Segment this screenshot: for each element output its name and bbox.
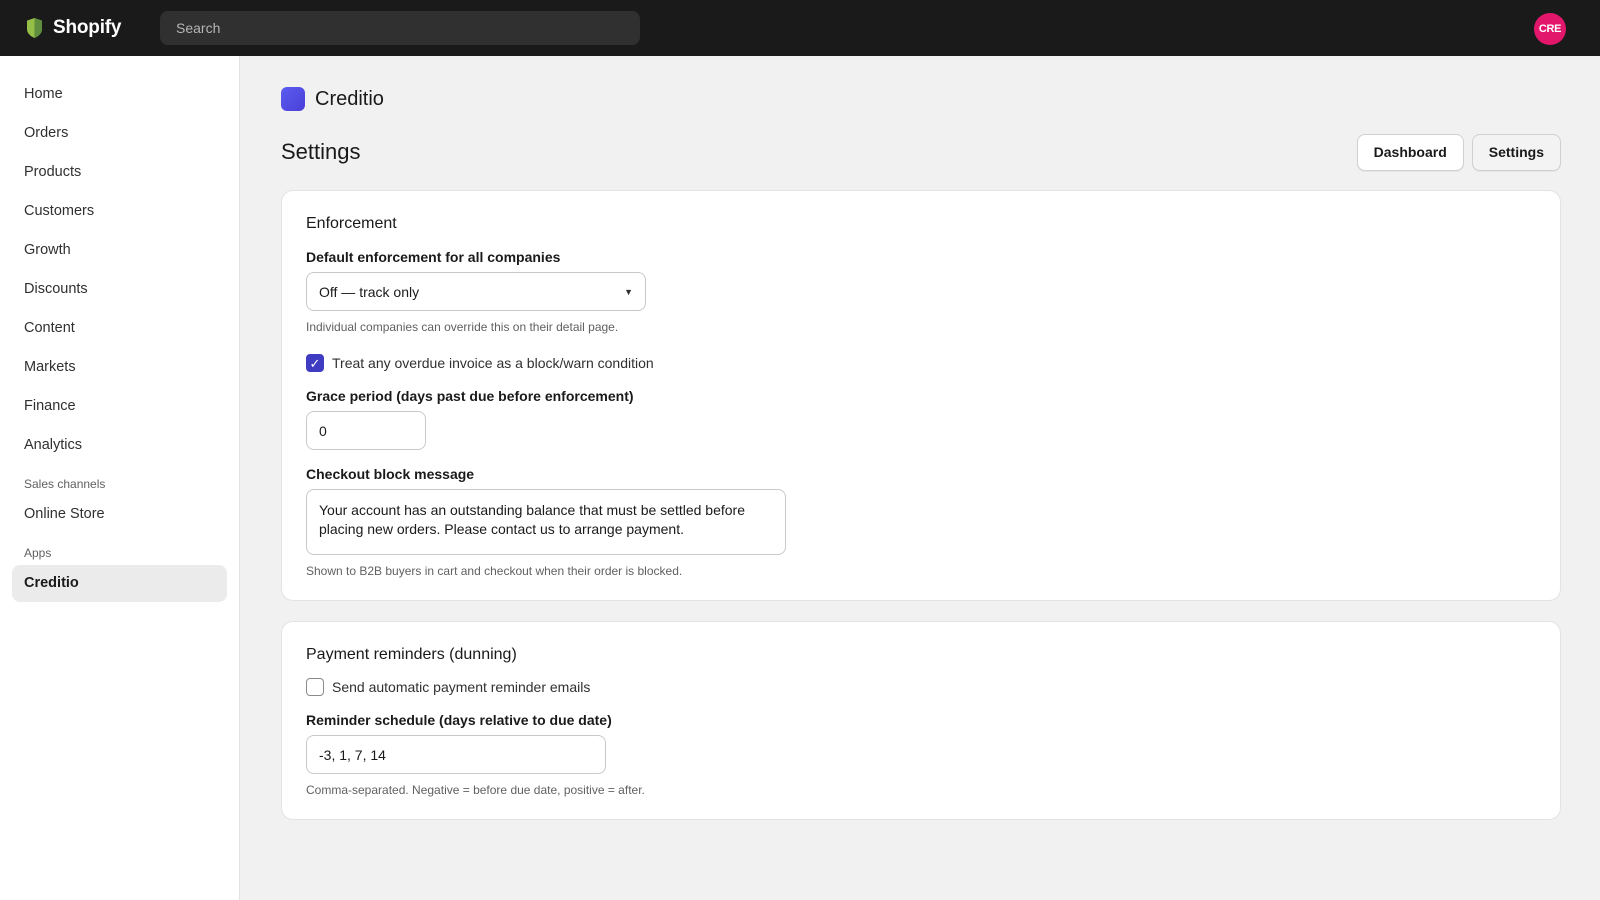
grace-period-input[interactable] [306, 411, 426, 450]
sidebar-item-products[interactable]: Products [12, 154, 227, 191]
sidebar-item-orders[interactable]: Orders [12, 115, 227, 152]
caret-down-icon: ▼ [624, 286, 633, 297]
sidebar: Home Orders Products Customers Growth Di… [0, 56, 240, 900]
sidebar-item-home[interactable]: Home [12, 76, 227, 113]
reminder-schedule-label: Reminder schedule (days relative to due … [306, 712, 612, 728]
shopify-bag-icon [27, 18, 42, 38]
dunning-title: Payment reminders (dunning) [306, 646, 517, 663]
checkout-block-message-label: Checkout block message [306, 466, 475, 482]
checkmark-icon: ✓ [309, 355, 321, 371]
dashboard-button[interactable]: Dashboard [1356, 133, 1464, 171]
default-enforcement-select[interactable]: Off — track only ▼ [306, 272, 646, 311]
reminder-schedule-input[interactable] [306, 735, 606, 774]
default-enforcement-help: Individual companies can override this o… [306, 320, 619, 334]
checkout-block-message-textarea[interactable]: Your account has an outstanding balance … [306, 489, 786, 555]
sidebar-section-apps: Apps [24, 546, 52, 560]
sidebar-item-online-store[interactable]: Online Store [12, 496, 227, 533]
brand[interactable]: Shopify [26, 17, 160, 39]
overdue-invoice-row: ✓ Treat any overdue invoice as a block/w… [306, 354, 1536, 372]
dunning-card: Payment reminders (dunning) Send automat… [281, 621, 1561, 820]
page-title: Settings [281, 139, 361, 164]
app-name: Creditio [315, 87, 384, 110]
sidebar-item-discounts[interactable]: Discounts [12, 271, 227, 308]
sidebar-item-growth[interactable]: Growth [12, 232, 227, 269]
sidebar-item-analytics[interactable]: Analytics [12, 427, 227, 464]
sidebar-item-customers[interactable]: Customers [12, 193, 227, 230]
sidebar-item-content[interactable]: Content [12, 310, 227, 347]
auto-reminder-label[interactable]: Send automatic payment reminder emails [332, 679, 590, 695]
search-input[interactable] [160, 11, 640, 45]
default-enforcement-value: Off — track only [319, 283, 420, 300]
main-content: Creditio Settings Dashboard Settings Enf… [281, 56, 1561, 820]
default-enforcement-label: Default enforcement for all companies [306, 249, 561, 265]
overdue-invoice-label[interactable]: Treat any overdue invoice as a block/war… [332, 355, 654, 371]
enforcement-card: Enforcement Default enforcement for all … [281, 190, 1561, 601]
page-header: Settings Dashboard Settings [281, 133, 1561, 171]
checkout-block-message-help: Shown to B2B buyers in cart and checkout… [306, 564, 683, 578]
brand-name: Shopify [53, 17, 122, 38]
sidebar-item-markets[interactable]: Markets [12, 349, 227, 386]
auto-reminder-row: Send automatic payment reminder emails [306, 678, 1536, 696]
overdue-invoice-checkbox[interactable]: ✓ [306, 354, 324, 372]
sidebar-nav: Home Orders Products Customers Growth Di… [0, 56, 239, 602]
grace-period-label: Grace period (days past due before enfor… [306, 388, 634, 404]
sidebar-item-finance[interactable]: Finance [12, 388, 227, 425]
sidebar-section-sales-channels: Sales channels [24, 477, 106, 491]
creditio-app-icon [281, 87, 305, 111]
page-nav-buttons: Dashboard Settings [1356, 133, 1561, 171]
auto-reminder-checkbox[interactable] [306, 678, 324, 696]
sidebar-item-creditio[interactable]: Creditio [12, 565, 227, 602]
app-header: Creditio [281, 87, 1561, 111]
avatar[interactable]: CRE [1534, 13, 1566, 45]
enforcement-title: Enforcement [306, 215, 397, 232]
settings-button[interactable]: Settings [1471, 133, 1561, 171]
reminder-schedule-help: Comma-separated. Negative = before due d… [306, 783, 645, 797]
top-bar: Shopify CRE [0, 0, 1600, 56]
